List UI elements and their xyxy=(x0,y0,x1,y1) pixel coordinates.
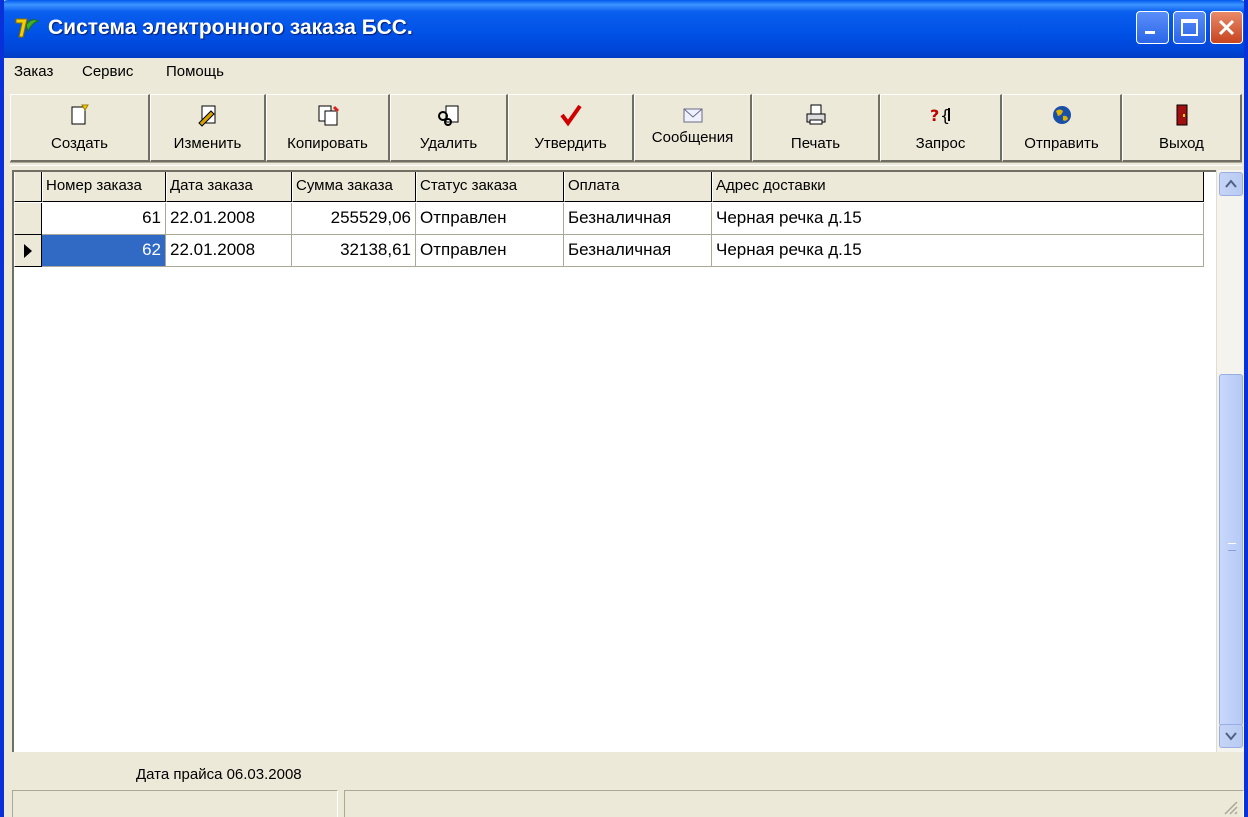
chevron-down-icon xyxy=(1225,732,1237,741)
scroll-down-button[interactable] xyxy=(1219,724,1243,748)
table-row[interactable]: 61 22.01.2008 255529,06 Отправлен Безнал… xyxy=(14,203,1204,235)
status-bar xyxy=(12,790,1244,817)
delete-document-icon xyxy=(437,105,458,126)
exit-door-icon xyxy=(1176,104,1187,126)
create-label: Создать xyxy=(50,135,108,152)
col-order-number[interactable]: Номер заказа xyxy=(42,172,166,202)
minimize-button[interactable] xyxy=(1136,11,1169,44)
chevron-up-icon xyxy=(1225,179,1237,188)
col-order-sum[interactable]: Сумма заказа xyxy=(292,172,416,202)
exit-button[interactable]: Выход xyxy=(1122,94,1242,162)
menu-bar: Заказ Сервис Помощь xyxy=(4,58,1244,86)
cell-order-sum[interactable]: 32138,61 xyxy=(292,235,416,267)
send-button[interactable]: Отправить xyxy=(1002,94,1122,162)
menu-order[interactable]: Заказ xyxy=(14,63,53,80)
toolbar: Создать Изменить Копировать Удалить Утве… xyxy=(10,94,1242,162)
resize-grip-icon[interactable] xyxy=(1220,797,1238,815)
row-indicator[interactable] xyxy=(14,203,42,235)
status-panel-left xyxy=(12,790,338,817)
edit-document-icon xyxy=(197,105,215,127)
col-payment[interactable]: Оплата xyxy=(564,172,712,202)
delete-button[interactable]: Удалить xyxy=(390,94,508,162)
copy-button[interactable]: Копировать xyxy=(266,94,390,162)
maximize-button[interactable] xyxy=(1173,11,1206,44)
query-label: Запрос xyxy=(915,135,966,152)
copy-document-icon xyxy=(318,105,339,126)
print-label: Печать xyxy=(790,135,841,152)
grid-header: Номер заказа Дата заказа Сумма заказа Ст… xyxy=(14,172,1204,202)
edit-label: Изменить xyxy=(173,135,242,152)
scroll-up-button[interactable] xyxy=(1219,172,1243,196)
cell-order-date[interactable]: 22.01.2008 xyxy=(166,235,292,267)
minimize-icon xyxy=(1145,31,1155,34)
delete-label: Удалить xyxy=(419,135,478,152)
new-document-icon xyxy=(71,104,89,125)
cell-order-sum[interactable]: 255529,06 xyxy=(292,203,416,235)
cell-delivery-address[interactable]: Черная речка д.15 xyxy=(712,235,1204,267)
cell-order-status[interactable]: Отправлен xyxy=(416,235,564,267)
title-bar[interactable]: Система электронного заказа БСС. xyxy=(4,0,1244,58)
close-icon xyxy=(1218,19,1235,36)
current-row-pointer-icon xyxy=(24,244,32,258)
orders-grid[interactable]: Номер заказа Дата заказа Сумма заказа Ст… xyxy=(12,170,1244,752)
header-indicator xyxy=(14,172,42,202)
scroll-thumb[interactable] xyxy=(1219,374,1243,726)
menu-service[interactable]: Сервис xyxy=(82,63,133,80)
checkmark-icon xyxy=(559,104,582,127)
window-title: Система электронного заказа БСС. xyxy=(48,16,413,39)
create-button[interactable]: Создать xyxy=(10,94,150,162)
approve-button[interactable]: Утвердить xyxy=(508,94,634,162)
print-button[interactable]: Печать xyxy=(752,94,880,162)
messages-label: Сообщения xyxy=(651,129,734,146)
status-panel-right xyxy=(344,790,1244,817)
scroll-grip-icon xyxy=(1228,543,1236,551)
col-order-date[interactable]: Дата заказа xyxy=(166,172,292,202)
exit-label: Выход xyxy=(1159,135,1204,152)
cell-order-number[interactable]: 61 xyxy=(42,203,166,235)
vertical-scrollbar[interactable] xyxy=(1216,170,1244,752)
svg-text:?: ? xyxy=(930,106,939,125)
copy-label: Копировать xyxy=(287,135,368,152)
messages-button[interactable]: Сообщения xyxy=(634,94,752,162)
col-order-status[interactable]: Статус заказа xyxy=(416,172,564,202)
cell-payment[interactable]: Безналичная xyxy=(564,235,712,267)
close-button[interactable] xyxy=(1210,11,1243,44)
query-button[interactable]: ?{ Запрос xyxy=(880,94,1002,162)
app-window: Система электронного заказа БСС. Заказ С… xyxy=(0,0,1248,817)
table-row[interactable]: 62 22.01.2008 32138,61 Отправлен Безнали… xyxy=(14,235,1204,267)
printer-icon xyxy=(806,104,825,125)
cell-order-status[interactable]: Отправлен xyxy=(416,203,564,235)
send-label: Отправить xyxy=(1024,135,1099,152)
cell-delivery-address[interactable]: Черная речка д.15 xyxy=(712,203,1204,235)
menu-help[interactable]: Помощь xyxy=(166,63,224,80)
maximize-icon xyxy=(1181,19,1198,36)
query-icon: ?{ xyxy=(930,106,950,125)
globe-icon xyxy=(1052,106,1071,124)
edit-button[interactable]: Изменить xyxy=(150,94,266,162)
row-indicator[interactable] xyxy=(14,235,42,267)
envelope-icon xyxy=(683,108,702,123)
col-delivery-address[interactable]: Адрес доставки xyxy=(712,172,1204,202)
cell-order-date[interactable]: 22.01.2008 xyxy=(166,203,292,235)
approve-label: Утвердить xyxy=(534,135,607,152)
price-date-label: Дата прайса 06.03.2008 xyxy=(136,766,302,783)
cell-order-number[interactable]: 62 xyxy=(42,235,166,267)
bss-logo-icon xyxy=(15,18,40,38)
toolbar-separator xyxy=(10,162,1242,166)
cell-payment[interactable]: Безналичная xyxy=(564,203,712,235)
